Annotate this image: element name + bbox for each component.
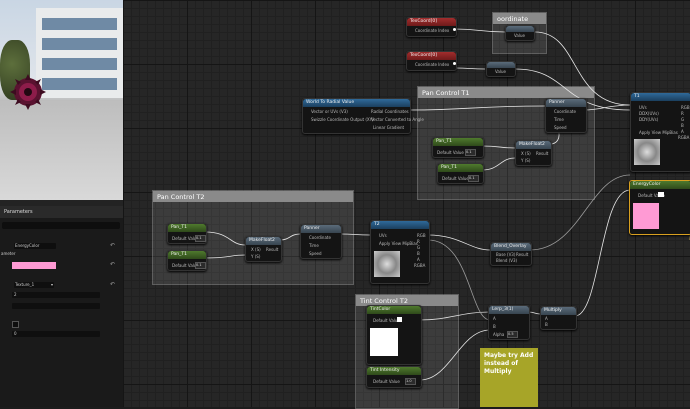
node-makefloat2-t1[interactable]: MakeFloat2 X (S) Y (S) Result: [515, 140, 552, 166]
node-energy-color[interactable]: EnergyColor Default Value: [629, 180, 690, 235]
tint-intensity-value[interactable]: 1.0: [405, 378, 416, 385]
node-tint-intensity[interactable]: Tint Intensity Default Value 1.0: [366, 366, 422, 388]
node-panner-t2[interactable]: Panner Coordinate Time Speed: [300, 224, 342, 259]
node-world-to-radial[interactable]: World To Radial Value Vector or UVs (V3)…: [302, 98, 424, 134]
node-value-2[interactable]: Value: [486, 61, 516, 77]
node-pan-t2-x[interactable]: Pan_T1 Default Value 0.1: [167, 223, 207, 244]
texture-preview-image: [374, 251, 400, 277]
texture-preview-image: [634, 139, 660, 165]
color-swatch[interactable]: [397, 317, 402, 322]
node-texcoord-2[interactable]: TexCoord[0] Coordinate Index: [406, 51, 457, 71]
node-texture-t1[interactable]: T1 UVs DDX(UVs) DDY(UVs) Apply View MipB…: [630, 92, 690, 172]
node-pan-t2-y[interactable]: Pan_T1 Default Value 0.1: [167, 250, 207, 271]
output-pin[interactable]: [453, 28, 456, 31]
pan-t1-x-value[interactable]: 0.1: [465, 149, 476, 156]
lerp-alpha-value[interactable]: 0.5: [507, 331, 518, 338]
pan-t2-x-value[interactable]: 0.1: [195, 235, 206, 242]
node-value-1[interactable]: Value: [505, 25, 535, 41]
color-swatch[interactable]: [658, 192, 664, 197]
pan-t2-y-value[interactable]: 0.1: [195, 262, 206, 269]
color-preview: [370, 328, 398, 356]
node-texture-t2[interactable]: T2 UVs Apply View MipBias RGB R G B A RG…: [370, 220, 430, 284]
output-pin[interactable]: [453, 62, 456, 65]
node-texcoord-1[interactable]: TexCoord[0] Coordinate Index: [406, 17, 457, 37]
comment-note[interactable]: Maybe try Add instead of Multiply: [480, 348, 538, 407]
node-panner-t1[interactable]: Panner Coordinate Time Speed: [545, 98, 587, 133]
node-makefloat2-t2[interactable]: MakeFloat2 X (S) Y (S) Result: [245, 236, 282, 262]
color-preview: [633, 203, 659, 229]
node-lerp[interactable]: Lerp_3(1) A B Alpha 0.5: [488, 305, 530, 340]
node-pan-t1-x[interactable]: Pan_T1 Default Value 0.1: [432, 137, 484, 158]
wires-layer: [204, 28, 690, 381]
node-pan-t1-y[interactable]: Pan_T1 Default Value 0.1: [437, 163, 484, 184]
node-multiply[interactable]: Multiply A B: [540, 306, 577, 330]
node-tint-color[interactable]: TintColor Default Value: [366, 305, 422, 365]
node-blend-overlay[interactable]: Blend_Overlay Base (V3) Blend (V3) Resul…: [490, 242, 532, 266]
pan-t1-y-value[interactable]: 0.1: [468, 175, 479, 182]
